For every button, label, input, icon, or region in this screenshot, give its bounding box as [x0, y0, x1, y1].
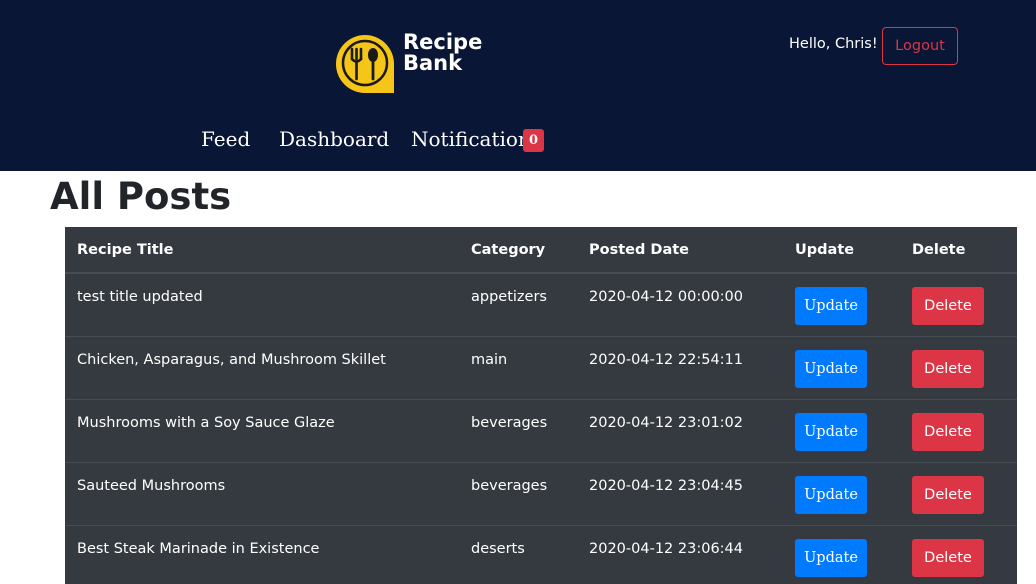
- nav-notification[interactable]: Notification: [411, 127, 531, 151]
- recipe-title-cell: Mushrooms with a Soy Sauce Glaze: [77, 414, 335, 431]
- top-header: Recipe Bank Hello, Chris! Logout Feed Da…: [0, 0, 1036, 171]
- update-button[interactable]: Update: [795, 538, 867, 577]
- posted-date-cell: 2020-04-12 23:04:45: [589, 477, 743, 494]
- table-row: Chicken, Asparagus, and Mushroom Skillet…: [65, 335, 1017, 399]
- logo-text-line2: Bank: [403, 51, 463, 75]
- recipe-title-cell: Chicken, Asparagus, and Mushroom Skillet: [77, 351, 386, 368]
- nav-feed[interactable]: Feed: [201, 127, 250, 151]
- table-row: Mushrooms with a Soy Sauce Glaze beverag…: [65, 398, 1017, 462]
- table-row: Best Steak Marinade in Existence deserts…: [65, 524, 1017, 584]
- category-cell: appetizers: [471, 289, 547, 305]
- logout-button[interactable]: Logout: [882, 27, 958, 65]
- column-header-date: Posted Date: [577, 227, 783, 274]
- column-header-delete: Delete: [900, 227, 1017, 274]
- notification-count-badge: 0: [523, 129, 544, 152]
- posted-date-cell: 2020-04-12 00:00:00: [589, 289, 743, 305]
- update-button[interactable]: Update: [795, 287, 867, 325]
- update-button[interactable]: Update: [795, 412, 867, 451]
- posted-date-cell: 2020-04-12 23:06:44: [589, 540, 743, 557]
- table-row: test title updated appetizers 2020-04-12…: [65, 273, 1017, 336]
- recipe-title-cell: Best Steak Marinade in Existence: [77, 540, 320, 557]
- page-title: All Posts: [50, 175, 232, 218]
- logo-text-line1: Recipe: [403, 30, 483, 54]
- user-greeting: Hello, Chris!: [789, 36, 878, 52]
- category-cell: beverages: [471, 414, 548, 431]
- logo-text: Recipe Bank: [403, 32, 482, 74]
- posts-table-container: Recipe Title Category Posted Date Update…: [65, 227, 1017, 584]
- posts-table: Recipe Title Category Posted Date Update…: [65, 227, 1017, 584]
- column-header-update: Update: [783, 227, 900, 274]
- table-header-row: Recipe Title Category Posted Date Update…: [65, 227, 1017, 274]
- posted-date-cell: 2020-04-12 23:01:02: [589, 414, 743, 431]
- posted-date-cell: 2020-04-12 22:54:11: [589, 351, 743, 368]
- delete-button[interactable]: Delete: [912, 538, 984, 577]
- category-cell: deserts: [471, 540, 525, 557]
- nav-dashboard[interactable]: Dashboard: [279, 127, 389, 151]
- delete-button[interactable]: Delete: [912, 349, 984, 388]
- recipe-title-cell: Sauteed Mushrooms: [77, 477, 226, 494]
- delete-button[interactable]: Delete: [912, 287, 984, 325]
- delete-button[interactable]: Delete: [912, 412, 984, 451]
- update-button[interactable]: Update: [795, 349, 867, 388]
- column-header-category: Category: [459, 227, 577, 274]
- delete-button[interactable]: Delete: [912, 475, 984, 514]
- logo[interactable]: Recipe Bank: [333, 32, 483, 96]
- update-button[interactable]: Update: [795, 475, 867, 514]
- category-cell: beverages: [471, 477, 548, 494]
- category-cell: main: [471, 351, 508, 368]
- recipe-title-cell: test title updated: [77, 289, 203, 305]
- table-row: Sauteed Mushrooms beverages 2020-04-12 2…: [65, 461, 1017, 525]
- column-header-title: Recipe Title: [65, 227, 459, 274]
